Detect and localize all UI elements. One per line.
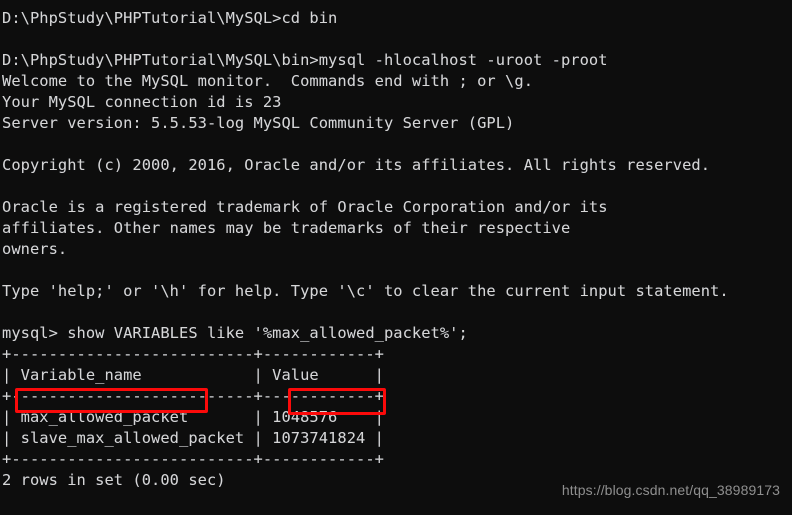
table-border-top: +--------------------------+------------…	[2, 345, 384, 363]
table-row: | max_allowed_packet | 1048576 |	[2, 408, 384, 426]
console-line: D:\PhpStudy\PHPTutorial\MySQL>cd bin	[2, 9, 338, 27]
console-line: Type 'help;' or '\h' for help. Type '\c'…	[2, 282, 729, 300]
console-output-area[interactable]: D:\PhpStudy\PHPTutorial\MySQL>cd bin D:\…	[0, 0, 792, 515]
table-header-row: | Variable_name | Value |	[2, 366, 384, 384]
watermark-text: https://blog.csdn.net/qq_38989173	[561, 482, 780, 498]
table-border-mid: +--------------------------+------------…	[2, 387, 384, 405]
terminal-window[interactable]: D:\PhpStudy\PHPTutorial\MySQL>cd bin D:\…	[0, 0, 792, 515]
console-line: affiliates. Other names may be trademark…	[2, 219, 571, 237]
table-row: | slave_max_allowed_packet | 1073741824 …	[2, 429, 384, 447]
console-line-query: mysql> show VARIABLES like '%max_allowed…	[2, 324, 468, 342]
console-line: Server version: 5.5.53-log MySQL Communi…	[2, 114, 515, 132]
console-line: Your MySQL connection id is 23	[2, 93, 282, 111]
table-border-bottom: +--------------------------+------------…	[2, 450, 384, 468]
console-line: Welcome to the MySQL monitor. Commands e…	[2, 72, 534, 90]
console-line: Copyright (c) 2000, 2016, Oracle and/or …	[2, 156, 711, 174]
console-line: D:\PhpStudy\PHPTutorial\MySQL\bin>mysql …	[2, 51, 608, 69]
console-line: owners.	[2, 240, 68, 258]
console-line: Oracle is a registered trademark of Orac…	[2, 198, 608, 216]
